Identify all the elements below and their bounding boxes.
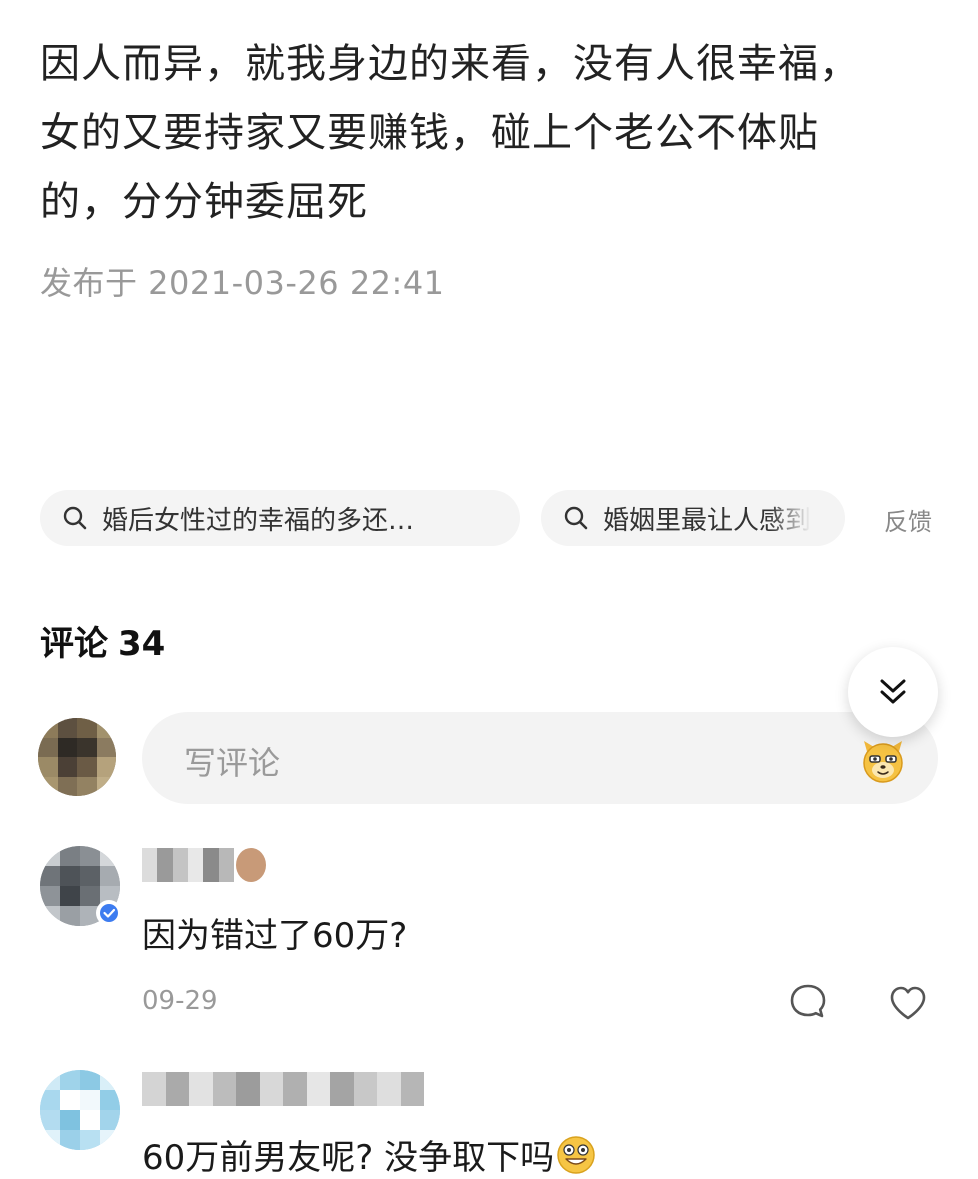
collapse-button[interactable] [848, 647, 938, 737]
publish-time: 发布于 2021-03-26 22:41 [40, 264, 445, 302]
related-search-chip[interactable]: 婚后女性过的幸福的多还… [40, 490, 520, 546]
comments-header: 评论 34 [40, 616, 165, 665]
comments-title: 评论 [40, 624, 108, 664]
commenter-name[interactable] [142, 1072, 424, 1106]
grinning-emoji-icon [557, 1136, 595, 1174]
related-search-chip[interactable]: 婚姻里最让人感到 [541, 490, 845, 546]
comment-text-content: 60万前男友呢? 没争取下吗 [142, 1138, 555, 1178]
verified-badge-icon [96, 900, 122, 926]
comment-input-placeholder: 写评论 [184, 744, 281, 782]
post-line: 的，分分钟委屈死 [40, 179, 368, 225]
avatar-mosaic [40, 1070, 120, 1150]
feedback-link[interactable]: 反馈 [884, 502, 932, 537]
commenter-avatar[interactable] [40, 1070, 120, 1150]
comment-text: 因为错过了60万? [142, 916, 408, 956]
double-chevron-down-icon [880, 679, 906, 704]
search-icon [63, 506, 87, 530]
current-user-avatar[interactable] [38, 718, 116, 796]
post-content: 因人而异，就我身边的来看，没有人很幸福， 女的又要持家又要赚钱，碰上个老公不体贴… [40, 30, 920, 237]
post-line: 女的又要持家又要赚钱，碰上个老公不体贴 [40, 110, 819, 156]
comment-text: 60万前男友呢? 没争取下吗 [142, 1130, 596, 1179]
dog-emoji-icon[interactable] [858, 735, 908, 785]
avatar-mosaic [38, 718, 116, 796]
comments-count: 34 [118, 624, 166, 664]
comment-bubble-icon[interactable] [788, 982, 828, 1022]
name-mosaic [142, 1072, 424, 1106]
search-icon [564, 506, 588, 530]
related-search-label: 婚后女性过的幸福的多还… [102, 505, 415, 536]
name-mosaic [142, 848, 234, 882]
user-level-badge [236, 848, 266, 882]
commenter-name[interactable] [142, 848, 234, 882]
heart-outline-icon[interactable] [888, 984, 928, 1022]
related-search-label: 婚姻里最让人感到 [603, 505, 812, 536]
post-line: 因人而异，就我身边的来看，没有人很幸福， [40, 41, 860, 87]
comment-date: 09-29 [142, 986, 218, 1016]
